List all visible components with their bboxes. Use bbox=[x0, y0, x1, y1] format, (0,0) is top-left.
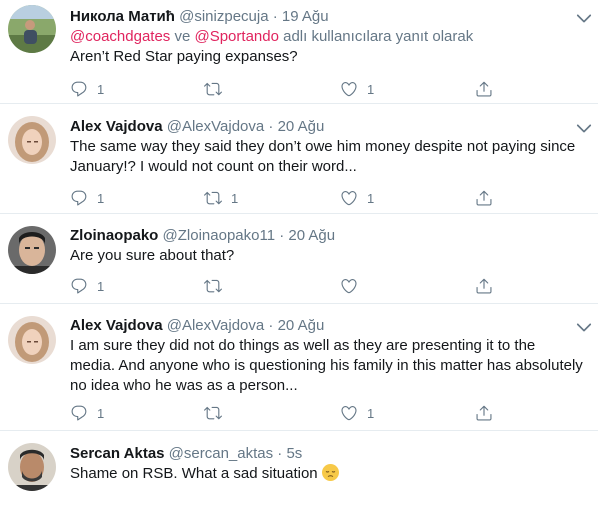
tweet-text: Are you sure about that? bbox=[70, 247, 235, 264]
timestamp[interactable]: 20 Ağu bbox=[278, 317, 325, 334]
timestamp[interactable]: 20 Ağu bbox=[288, 227, 335, 244]
chevron-down-icon[interactable] bbox=[574, 118, 594, 138]
separator-dot: · bbox=[277, 445, 283, 462]
heart-icon bbox=[340, 277, 358, 295]
heart-icon bbox=[340, 404, 358, 422]
tweet[interactable]: Никола Матић @sinizpecuja · 19 Ağu @coac… bbox=[0, 0, 598, 104]
replying-suffix: adlı kullanıcılara yanıt olarak bbox=[278, 28, 474, 45]
share-icon bbox=[475, 80, 493, 98]
avatar[interactable] bbox=[8, 116, 56, 164]
reply-button[interactable]: 1 bbox=[70, 79, 104, 99]
share-icon bbox=[475, 189, 493, 207]
like-button[interactable]: 1 bbox=[340, 188, 374, 208]
retweet-button[interactable] bbox=[204, 276, 231, 296]
avatar[interactable] bbox=[8, 443, 56, 491]
tweet-text: I am sure they did not do things as well… bbox=[70, 337, 583, 394]
tweet-header: Sercan Aktas @sercan_aktas · 5s bbox=[70, 444, 584, 464]
avatar[interactable] bbox=[8, 226, 56, 274]
chevron-down-icon[interactable] bbox=[574, 317, 594, 337]
display-name[interactable]: Sercan Aktas bbox=[70, 445, 165, 462]
user-handle[interactable]: @AlexVajdova bbox=[167, 317, 265, 334]
avatar[interactable] bbox=[8, 5, 56, 53]
tweet-text: The same way they said they don’t owe hi… bbox=[70, 138, 576, 175]
retweet-button[interactable] bbox=[204, 403, 231, 423]
user-handle[interactable]: @Zloinaopako11 bbox=[163, 227, 276, 244]
timestamp[interactable]: 5s bbox=[286, 445, 302, 462]
user-handle[interactable]: @AlexVajdova bbox=[167, 118, 265, 135]
like-button[interactable] bbox=[340, 276, 367, 296]
tweet-actions: 1 1 1 bbox=[70, 188, 500, 208]
reply-button[interactable]: 1 bbox=[70, 276, 104, 296]
display-name[interactable]: Alex Vajdova bbox=[70, 118, 163, 135]
reply-icon bbox=[70, 277, 88, 295]
separator-dot: · bbox=[279, 227, 285, 244]
pensive-face-emoji bbox=[321, 464, 339, 481]
retweet-icon bbox=[204, 189, 222, 207]
retweet-count: 1 bbox=[231, 190, 239, 206]
reply-icon bbox=[70, 404, 88, 422]
avatar[interactable] bbox=[8, 316, 56, 364]
heart-icon bbox=[340, 80, 358, 98]
tweet[interactable]: Zloinaopako @Zloinaopako11 · 20 Ağu Are … bbox=[0, 214, 598, 304]
tweet-text: Shame on RSB. What a sad situation bbox=[70, 464, 584, 484]
retweet-icon bbox=[204, 404, 222, 422]
separator-dot: · bbox=[268, 317, 274, 334]
tweet-actions: 1 1 bbox=[70, 79, 500, 99]
mention-link[interactable]: @Sportando bbox=[194, 28, 278, 45]
reply-count: 1 bbox=[97, 405, 105, 421]
replying-connector: ve bbox=[170, 28, 195, 45]
display-name[interactable]: Alex Vajdova bbox=[70, 317, 163, 334]
retweet-button[interactable]: 1 bbox=[204, 188, 238, 208]
display-name[interactable]: Никола Матић bbox=[70, 8, 175, 25]
tweet-actions: 1 bbox=[70, 276, 500, 296]
tweet-header: Alex Vajdova @AlexVajdova · 20 Ağu bbox=[70, 117, 584, 137]
tweet-text: Aren’t Red Star paying expanses? bbox=[70, 48, 298, 65]
tweet[interactable]: Sercan Aktas @sercan_aktas · 5s Shame on… bbox=[0, 431, 598, 517]
like-button[interactable]: 1 bbox=[340, 79, 374, 99]
replying-to: @coachdgates ve @Sportando adlı kullanıc… bbox=[70, 27, 584, 47]
retweet-button[interactable] bbox=[204, 79, 231, 99]
share-icon bbox=[475, 277, 493, 295]
retweet-icon bbox=[204, 80, 222, 98]
retweet-icon bbox=[204, 277, 222, 295]
reply-button[interactable]: 1 bbox=[70, 403, 104, 423]
separator-dot: · bbox=[268, 118, 274, 135]
user-handle[interactable]: @sercan_aktas bbox=[169, 445, 273, 462]
share-button[interactable] bbox=[475, 276, 493, 296]
mention-link[interactable]: @coachdgates bbox=[70, 28, 170, 45]
chevron-down-icon[interactable] bbox=[574, 8, 594, 28]
reply-icon bbox=[70, 189, 88, 207]
reply-count: 1 bbox=[97, 190, 105, 206]
tweet[interactable]: Alex Vajdova @AlexVajdova · 20 Ağu The s… bbox=[0, 104, 598, 214]
like-count: 1 bbox=[367, 405, 375, 421]
like-count: 1 bbox=[367, 81, 375, 97]
display-name[interactable]: Zloinaopako bbox=[70, 227, 158, 244]
share-button[interactable] bbox=[475, 188, 493, 208]
tweet-header: Zloinaopako @Zloinaopako11 · 20 Ağu bbox=[70, 226, 584, 246]
user-handle[interactable]: @sinizpecuja bbox=[179, 8, 268, 25]
tweet-header: Alex Vajdova @AlexVajdova · 20 Ağu bbox=[70, 316, 584, 336]
tweet-actions: 1 1 bbox=[70, 403, 500, 423]
reply-button[interactable]: 1 bbox=[70, 188, 104, 208]
reply-thread: Никола Матић @sinizpecuja · 19 Ağu @coac… bbox=[0, 0, 598, 517]
share-icon bbox=[475, 404, 493, 422]
share-button[interactable] bbox=[475, 403, 493, 423]
like-count: 1 bbox=[367, 190, 375, 206]
timestamp[interactable]: 19 Ağu bbox=[282, 8, 329, 25]
reply-count: 1 bbox=[97, 81, 105, 97]
share-button[interactable] bbox=[475, 79, 493, 99]
like-button[interactable]: 1 bbox=[340, 403, 374, 423]
tweet-text-body: Shame on RSB. What a sad situation bbox=[70, 465, 318, 482]
reply-count: 1 bbox=[97, 278, 105, 294]
timestamp[interactable]: 20 Ağu bbox=[278, 118, 325, 135]
tweet-header: Никола Матић @sinizpecuja · 19 Ağu bbox=[70, 7, 584, 27]
separator-dot: · bbox=[272, 8, 278, 25]
heart-icon bbox=[340, 189, 358, 207]
reply-icon bbox=[70, 80, 88, 98]
tweet[interactable]: Alex Vajdova @AlexVajdova · 20 Ağu I am … bbox=[0, 304, 598, 431]
